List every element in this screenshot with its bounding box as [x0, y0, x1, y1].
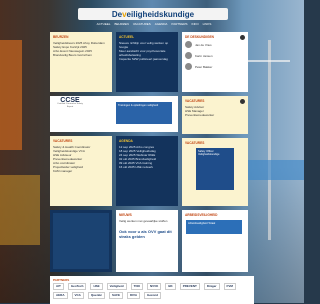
news-line[interactable]: Veilig werken met gevaarlijke stoffen: [119, 219, 175, 223]
card-title: ARBEIDSVEILIGHEID: [185, 213, 218, 217]
partner-logo[interactable]: GeoTech: [67, 283, 87, 290]
settings-icon[interactable]: [240, 35, 245, 40]
safety-ad-banner[interactable]: Trainingen & opleidingen veiligheid: [116, 102, 172, 124]
avatar: [185, 41, 192, 48]
card-title: VACATURES: [185, 141, 205, 145]
partner-logo[interactable]: BK: [165, 283, 176, 290]
card-title: BEURZEN: [53, 35, 69, 39]
card-actueel: ACTUEEL Nieuwe richtlijn voor veilig wer…: [116, 32, 178, 92]
nav-item[interactable]: BEURZEN: [115, 22, 129, 29]
site-logo[interactable]: De v eiligheidskundige: [78, 8, 228, 20]
list-item[interactable]: Jan de Vries: [185, 41, 245, 48]
partner-logo[interactable]: VCA: [71, 292, 84, 299]
arbeidsveiligheid-banner[interactable]: Arbeidsveiligheid Totaal: [186, 220, 242, 234]
partner-logo[interactable]: Quentic: [87, 292, 106, 299]
person-name: Karin Jansen: [195, 53, 213, 58]
ad-text: Trainingen & opleidingen veiligheid: [118, 104, 159, 107]
ad-line: Veiligheidskundige: [198, 153, 220, 157]
partner-logo[interactable]: SAFE: [109, 292, 124, 299]
partner-logo[interactable]: TNO: [130, 283, 143, 290]
partner-logo[interactable]: AERA: [53, 292, 68, 299]
nav-item[interactable]: PARTNERS: [171, 22, 187, 29]
list-item[interactable]: 16 okt 2025 HSE netwerk: [119, 165, 175, 169]
card-agenda: AGENDA 12 sep 2025 Arbo congres 18 sep 2…: [116, 136, 178, 206]
settings-icon[interactable]: [240, 99, 245, 104]
ccse-tagline: Certified Contractor Safety Expert: [57, 103, 83, 108]
bg-helmet-shape: [0, 175, 40, 245]
partner-logo[interactable]: Veiligheid: [106, 283, 127, 290]
partners-strip: PARTNERS AIT GeoTech HSE Veiligheid TNO …: [50, 276, 254, 304]
card-title: VACATURES: [185, 99, 205, 103]
list-item[interactable]: Karin Jansen: [185, 52, 245, 59]
list-item[interactable]: Inspectie SZW publiceert jaarverslag: [119, 57, 175, 61]
news-highlight[interactable]: Ook voor u als OVV gaat dit straks gelde…: [119, 229, 175, 239]
nav-item[interactable]: AGENDA: [155, 22, 168, 29]
page-container: De v eiligheidskundige ACTUEEL BEURZEN VA…: [50, 8, 254, 304]
card-title: DE DESKUNDIGEN: [185, 35, 214, 39]
card-title: NIEUWS: [119, 213, 132, 217]
partner-logo[interactable]: FVM: [223, 283, 236, 290]
partner-logo[interactable]: DIVA: [127, 292, 140, 299]
card-vacatures-top: VACATURES Safety Advisor HSE Manager Pre…: [182, 96, 248, 134]
list-item[interactable]: Brandveilig Beurs Gorinchem: [53, 53, 109, 57]
partner-logo[interactable]: Gezond: [144, 292, 161, 299]
partner-logo[interactable]: Dräger: [203, 283, 220, 290]
card-nieuws: NIEUWS Veilig werken met gevaarlijke sto…: [116, 210, 178, 272]
bg-worker-shape: [0, 40, 22, 150]
card-beurzen: BEURZEN Veiligheidsbeurs 2025 Ahoy Rotte…: [50, 32, 112, 92]
nav-item[interactable]: ACTUEEL: [97, 22, 111, 29]
card-deskundigen: DE DESKUNDIGEN Jan de Vries Karin Jansen…: [182, 32, 248, 92]
person-name: Jan de Vries: [195, 42, 212, 47]
main-nav: ACTUEEL BEURZEN VACATURES AGENDA PARTNER…: [74, 22, 234, 29]
nav-item[interactable]: LINKS: [203, 22, 212, 29]
nav-item[interactable]: INFO: [191, 22, 198, 29]
card-vacatures-left: VACATURES Safety & Health Coordinator Ve…: [50, 136, 112, 206]
card-title: ACTUEEL: [119, 35, 135, 39]
partners-title: PARTNERS: [53, 278, 70, 282]
person-name: Peter Bakker: [195, 64, 213, 69]
card-advertisement[interactable]: CCSE Certified Contractor Safety Expert T…: [50, 96, 178, 132]
card-bottom-left: [50, 210, 112, 272]
banner-text: Arbeidsveiligheid Totaal: [188, 222, 216, 225]
logo-prefix: De: [111, 9, 123, 19]
bg-pole-shape: [268, 40, 271, 240]
card-title: AGENDA: [119, 139, 133, 143]
card-title: VACATURES: [53, 139, 73, 143]
card-arbeidsveiligheid: ARBEIDSVEILIGHEID Arbeidsveiligheid Tota…: [182, 210, 248, 272]
list-item[interactable]: Preventiemedewerker: [185, 113, 245, 117]
partner-logos: AIT GeoTech HSE Veiligheid TNO NVVK BK P…: [53, 283, 251, 299]
vacancy-ad-banner[interactable]: Safety Officer Veiligheidskundige: [196, 148, 234, 190]
avatar: [185, 63, 192, 70]
list-item[interactable]: KAM manager: [53, 169, 109, 173]
promo-image[interactable]: [53, 213, 109, 269]
list-item[interactable]: Nieuwe richtlijn voor veilig werken op h…: [119, 41, 175, 49]
list-item[interactable]: Meer aandacht voor psychosociale arbeids…: [119, 49, 175, 57]
partner-logo[interactable]: PREVENT: [179, 283, 200, 290]
partner-logo[interactable]: NVVK: [147, 283, 162, 290]
ccse-logo: CCSE Certified Contractor Safety Expert: [54, 97, 86, 123]
card-vacatures-right: VACATURES Safety Officer Veiligheidskund…: [182, 138, 248, 206]
logo-suffix: eiligheidskundige: [126, 9, 195, 19]
list-item[interactable]: Peter Bakker: [185, 63, 245, 70]
nav-item[interactable]: VACATURES: [133, 22, 151, 29]
avatar: [185, 52, 192, 59]
partner-logo[interactable]: AIT: [53, 283, 64, 290]
partner-logo[interactable]: HSE: [90, 283, 103, 290]
